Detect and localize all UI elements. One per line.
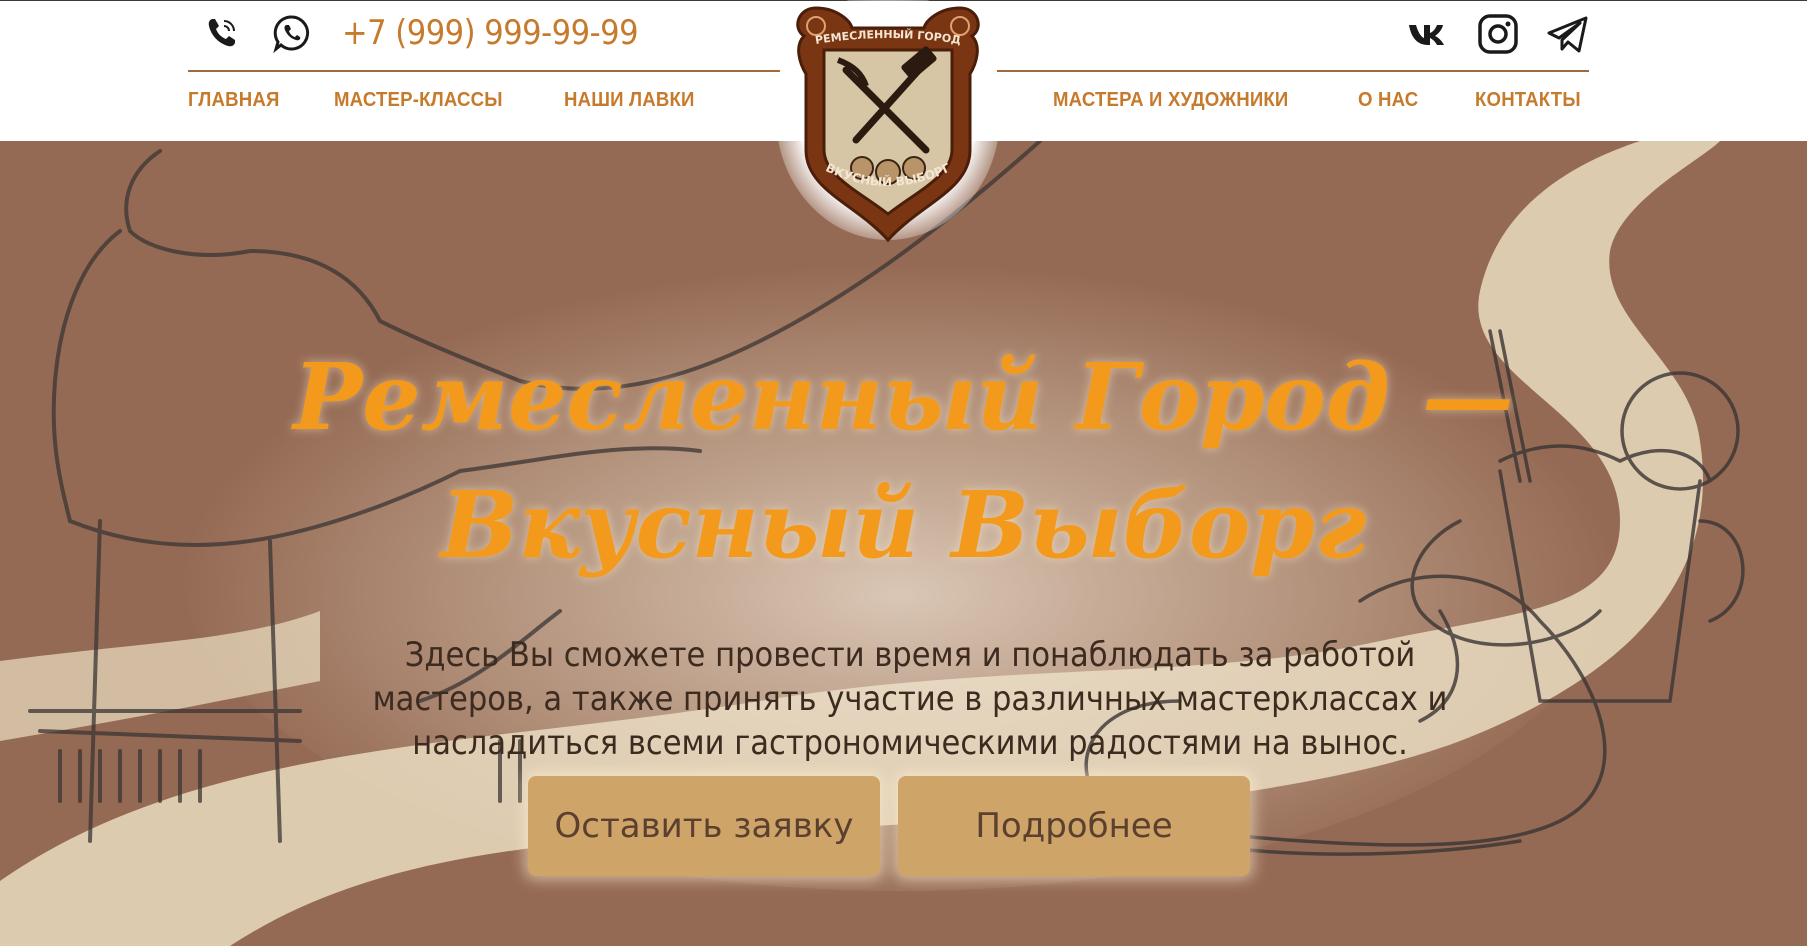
whatsapp-icon[interactable] [270,11,314,55]
nav-item-shops[interactable]: НАШИ ЛАВКИ [564,89,695,112]
more-info-button[interactable]: Подробнее [898,776,1250,876]
telegram-icon[interactable] [1545,11,1591,57]
hero-description: Здесь Вы сможете провести время и понабл… [372,635,1448,763]
contact-bar: +7 (999) 999-99-99 [200,11,639,55]
submit-request-button[interactable]: Оставить заявку [528,776,880,876]
hero-title-line-2: Вкусный Выборг [440,470,1367,579]
phone-icon[interactable] [200,11,244,55]
hero-title-line-1: Ремесленный Город — [293,342,1514,451]
phone-number-link[interactable]: +7 (999) 999-99-99 [342,13,639,53]
hero-title: Ремесленный Город — Вкусный Выборг [0,333,1807,589]
nav-right: МАСТЕРА И ХУДОЖНИКИ О НАС КОНТАКТЫ [1001,89,1589,112]
hero-buttons: Оставить заявку Подробнее [528,776,1250,876]
logo[interactable]: РЕМЕСЛЕННЫЙ ГОРОД ВКУСНЫЙ ВЫБОРГ [776,0,1000,246]
nav-item-about[interactable]: О НАС [1358,89,1418,112]
vk-icon[interactable] [1405,11,1451,57]
social-links [1381,11,1591,57]
page: +7 (999) 999-99-99 ГЛАВНАЯ МАСТЕР-КЛАССЫ… [0,0,1807,946]
nav-item-contacts[interactable]: КОНТАКТЫ [1475,89,1581,112]
header-divider-right [997,70,1589,72]
nav-item-master-classes[interactable]: МАСТЕР-КЛАССЫ [334,89,503,112]
nav-item-masters[interactable]: МАСТЕРА И ХУДОЖНИКИ [1053,89,1288,112]
header-divider-left [188,70,780,72]
hero-section: Ремесленный Город — Вкусный Выборг Здесь… [0,141,1807,946]
instagram-icon[interactable] [1475,11,1521,57]
nav-left: ГЛАВНАЯ МАСТЕР-КЛАССЫ НАШИ ЛАВКИ [188,89,752,112]
nav-item-home[interactable]: ГЛАВНАЯ [188,89,280,112]
